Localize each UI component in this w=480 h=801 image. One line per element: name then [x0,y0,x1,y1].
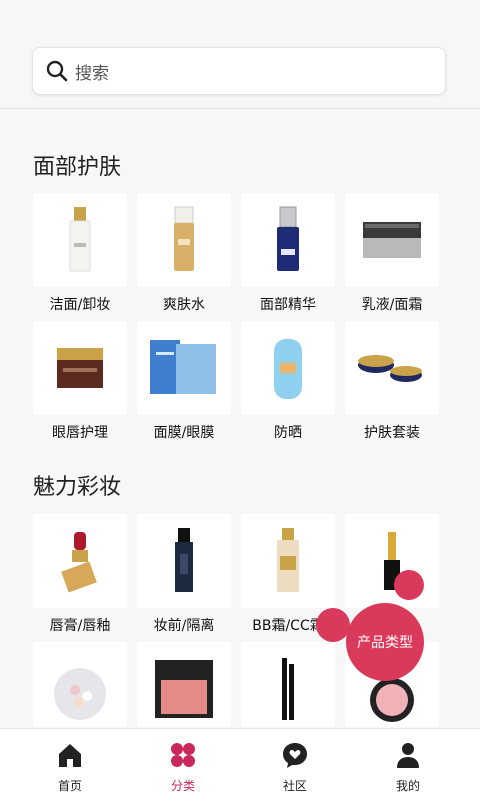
product-thumb [241,321,335,415]
product-thumb [241,193,335,287]
product-thumb [241,514,335,608]
product-thumb [137,514,231,608]
product-thumb [33,321,127,415]
category-label: 爽肤水 [163,297,205,313]
category-item-pearl-powder[interactable] [33,642,127,727]
category-label: 乳液/面霜 [361,297,423,313]
home-icon [59,744,81,767]
product-thumb [137,193,231,287]
tab-label: 我的 [395,779,420,793]
fab-label: 产品类型 [357,635,413,651]
section-title-makeup: 魅力彩妆 [33,475,122,500]
toner-bottle-icon [174,206,194,271]
bottom-tab-bar: 首页 分类 社区 我的 [0,728,480,801]
category-label: 防晒 [274,425,302,441]
lipstick-icon [61,532,97,593]
mask-box-icon [150,340,216,394]
fab-dot-mid [316,608,350,642]
category-item-cleanser[interactable]: 洁面/卸妆 [33,193,127,314]
user-icon [397,743,419,768]
blush-palette-icon [155,660,213,718]
eyeliner-icon [282,658,294,720]
section-title-skincare: 面部护肤 [33,155,122,180]
fab-dot-small [394,570,424,600]
tab-label: 分类 [170,779,195,793]
category-label: 护肤套装 [364,425,420,441]
tab-label: 社区 [282,779,307,793]
category-item-skincare-set[interactable]: 护肤套装 [345,321,439,442]
product-thumb [33,514,127,608]
category-label: 洁面/卸妆 [49,297,111,313]
category-item-eyeliner[interactable] [241,642,335,727]
foundation-bottle-icon [277,528,299,592]
category-item-serum[interactable]: 面部精华 [241,193,335,314]
category-label: 面膜/眼膜 [153,425,215,441]
category-item-blush[interactable] [137,642,231,727]
product-thumb [137,321,231,415]
category-item-cream[interactable]: 乳液/面霜 [345,193,439,314]
product-thumb [137,642,231,727]
category-item-mask[interactable]: 面膜/眼膜 [137,321,231,442]
product-thumb [345,193,439,287]
serum-bottle-icon [277,206,299,271]
cream-jar-icon [363,222,421,258]
product-thumb [33,642,127,727]
tab-label: 首页 [57,779,82,793]
category-item-toner[interactable]: 爽肤水 [137,193,231,314]
category-label: 唇膏/唇釉 [49,618,111,634]
header: 搜索 [0,0,480,109]
category-item-eye-care[interactable]: 眼唇护理 [33,321,127,442]
chat-heart-icon [283,743,307,768]
skincare-set-icon [358,355,422,382]
product-thumb [241,642,335,727]
sunscreen-bottle-icon [274,339,302,399]
cleanser-bottle-icon [69,207,91,272]
category-item-sunscreen[interactable]: 防晒 [241,321,335,442]
search-bar[interactable]: 搜索 [32,47,446,95]
category-label: 妆前/隔离 [153,618,215,634]
category-label: 面部精华 [260,297,316,313]
category-grid-icon [171,743,195,767]
pearl-powder-icon [54,668,106,720]
product-thumb [345,321,439,415]
search-placeholder: 搜索 [75,63,109,84]
tab-home[interactable]: 首页 [10,729,130,801]
category-item-primer[interactable]: 妆前/隔离 [137,514,231,635]
search-icon [46,60,68,82]
eye-cream-jar-icon [57,348,103,388]
category-label: 眼唇护理 [52,425,108,441]
tab-community[interactable]: 社区 [235,729,355,801]
tab-profile[interactable]: 我的 [348,729,468,801]
product-thumb [33,193,127,287]
category-item-lipstick[interactable]: 唇膏/唇釉 [33,514,127,635]
product-type-fab[interactable]: 产品类型 [346,603,424,681]
tab-category[interactable]: 分类 [123,729,243,801]
primer-bottle-icon [175,528,193,592]
product-thumb [345,514,439,608]
